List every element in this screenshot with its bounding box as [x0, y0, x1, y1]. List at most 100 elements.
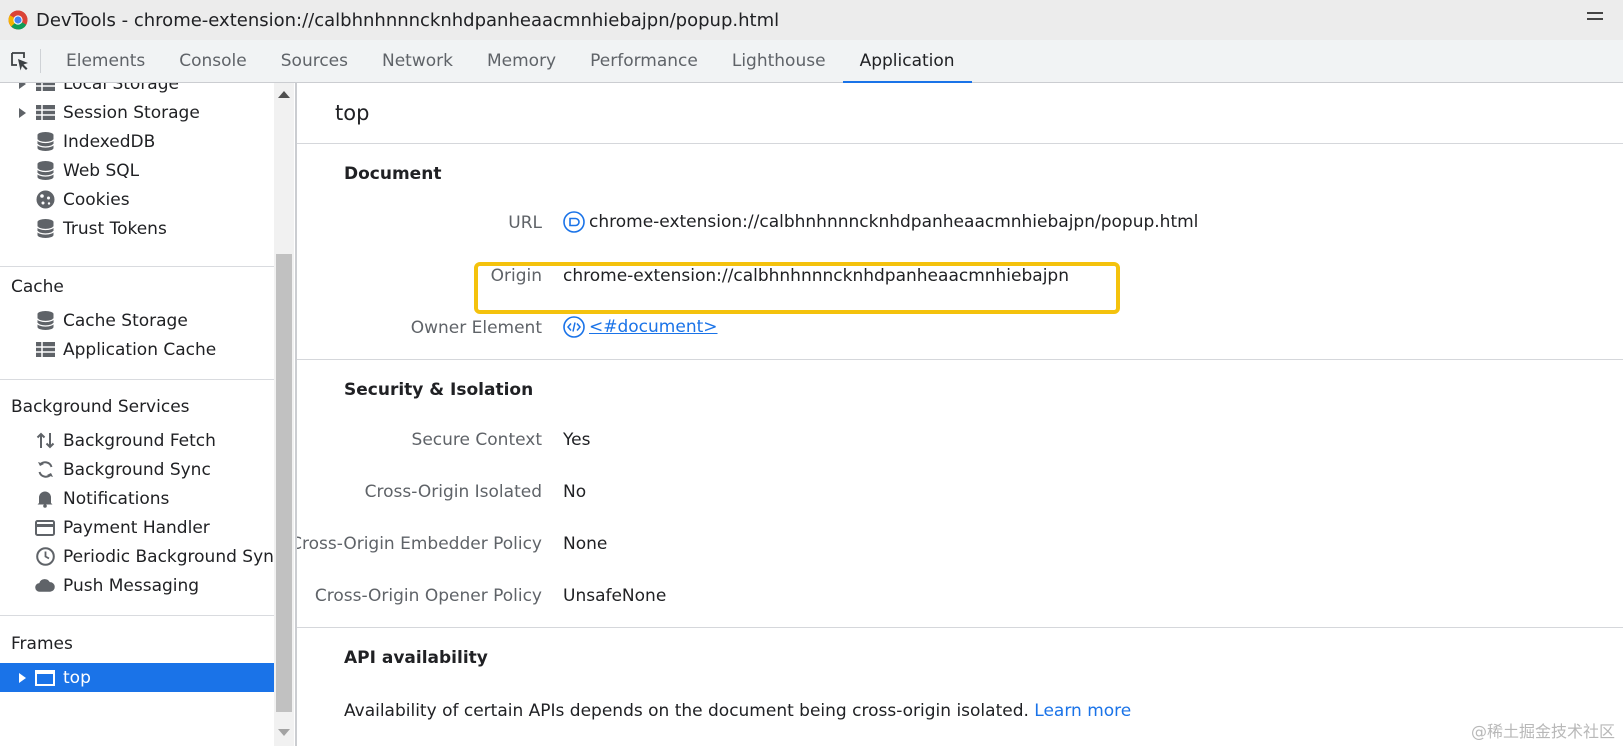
sidebar-item-cache-storage[interactable]: Cache Storage [0, 306, 274, 335]
section-divider [297, 627, 1623, 628]
sidebar-section-background-services: Background Services [11, 397, 190, 417]
sidebar-item-label: Push Messaging [63, 575, 200, 596]
tab-performance[interactable]: Performance [573, 40, 715, 82]
sidebar-item-label: top [63, 667, 91, 688]
tab-memory[interactable]: Memory [470, 40, 573, 82]
sidebar-item-notifications[interactable]: Notifications [0, 484, 274, 513]
fetch-arrows-icon [35, 431, 55, 451]
url-label: URL [508, 213, 542, 233]
cross-origin-isolated-value: No [563, 482, 587, 502]
sidebar-item-label: Cookies [63, 189, 130, 210]
sidebar-item-label: Payment Handler [63, 517, 210, 538]
origin-label: Origin [490, 266, 542, 286]
card-icon [35, 518, 55, 538]
cross-origin-isolated-label: Cross-Origin Isolated [364, 482, 542, 502]
inspect-element-button[interactable] [0, 40, 40, 82]
database-icon [35, 161, 55, 181]
sidebar-item-label: IndexedDB [63, 131, 156, 152]
clock-icon [35, 547, 55, 567]
code-icon[interactable] [563, 316, 585, 338]
watermark: @稀土掘金技术社区 [1470, 722, 1615, 741]
application-sidebar: Local Storage Session Storage IndexedDB … [0, 83, 274, 746]
api-description: Availability of certain APIs depends on … [344, 701, 1131, 721]
tab-elements[interactable]: Elements [49, 40, 162, 82]
title-bar: DevTools - chrome-extension://calbhnhnnn… [0, 0, 1623, 40]
secure-context-value: Yes [563, 430, 591, 450]
sidebar-item-label: Cache Storage [63, 310, 188, 331]
tab-application[interactable]: Application [842, 40, 972, 83]
sidebar-item-web-sql[interactable]: Web SQL [0, 156, 274, 185]
inspect-cursor-icon [11, 52, 28, 71]
sidebar-item-background-fetch[interactable]: Background Fetch [0, 426, 274, 455]
sidebar-item-application-cache[interactable]: Application Cache [0, 335, 274, 364]
sidebar-divider [0, 266, 274, 267]
scroll-up-arrow-icon[interactable] [278, 91, 290, 98]
secure-context-label: Secure Context [411, 430, 542, 450]
tab-network[interactable]: Network [365, 40, 470, 82]
cookie-icon [35, 190, 55, 210]
api-description-text: Availability of certain APIs depends on … [344, 701, 1029, 721]
api-section-heading: API availability [344, 648, 488, 668]
document-section-heading: Document [344, 164, 442, 184]
sidebar-item-label: Trust Tokens [63, 218, 167, 239]
sync-icon [35, 460, 55, 480]
coop-label: Cross-Origin Opener Policy [314, 586, 542, 606]
owner-element-link[interactable]: <#document> [589, 317, 718, 337]
url-value: chrome-extension://calbhnhnnncknhdpanhea… [563, 211, 1198, 233]
expand-arrow-icon[interactable] [19, 107, 26, 118]
sidebar-section-cache: Cache [11, 277, 64, 297]
tab-console[interactable]: Console [162, 40, 264, 82]
coep-label: Cross-Origin Embedder Policy [297, 534, 542, 554]
grid-icon [35, 103, 55, 123]
owner-element-value[interactable]: <#document> [563, 316, 718, 338]
section-divider [297, 143, 1623, 144]
sidebar-item-label: Application Cache [63, 339, 217, 360]
sidebar-item-label: Web SQL [63, 160, 140, 181]
page-title: top [335, 101, 370, 125]
section-divider [297, 359, 1623, 360]
tab-sources[interactable]: Sources [264, 40, 365, 82]
sidebar-item-payment-handler[interactable]: Payment Handler [0, 513, 274, 542]
expand-arrow-icon[interactable] [19, 672, 26, 683]
coep-value: None [563, 534, 608, 554]
sidebar-item-local-storage[interactable]: Local Storage [0, 83, 274, 98]
sidebar-item-push-messaging[interactable]: Push Messaging [0, 571, 274, 600]
frame-details-panel: top Document URL chrome-extension://calb… [297, 83, 1623, 746]
origin-value[interactable]: chrome-extension://calbhnhnnncknhdpanhea… [563, 266, 1069, 286]
grid-icon [35, 340, 55, 360]
window-menu-icon[interactable] [1587, 12, 1603, 24]
sidebar-item-label: Periodic Background Sync [63, 546, 274, 567]
sidebar-divider [0, 615, 274, 616]
sidebar-item-frame-top[interactable]: top [0, 663, 274, 692]
learn-more-link[interactable]: Learn more [1034, 701, 1131, 721]
sidebar-item-label: Notifications [63, 488, 170, 509]
bell-icon [35, 489, 55, 509]
sidebar-item-indexeddb[interactable]: IndexedDB [0, 127, 274, 156]
owner-element-label: Owner Element [410, 318, 542, 338]
toolbar-separator [40, 49, 41, 73]
sidebar-item-label: Local Storage [63, 83, 179, 94]
sidebar-item-trust-tokens[interactable]: Trust Tokens [0, 214, 274, 243]
sidebar-item-session-storage[interactable]: Session Storage [0, 98, 274, 127]
sidebar-item-background-sync[interactable]: Background Sync [0, 455, 274, 484]
tab-lighthouse[interactable]: Lighthouse [715, 40, 843, 82]
frame-icon [35, 668, 55, 688]
sidebar-item-cookies[interactable]: Cookies [0, 185, 274, 214]
scrollbar-thumb[interactable] [276, 254, 292, 712]
devtools-tab-bar: Elements Console Sources Network Memory … [0, 40, 1623, 83]
expand-arrow-icon[interactable] [19, 83, 26, 89]
sidebar-divider [0, 379, 274, 380]
sidebar-scrollbar[interactable] [274, 83, 294, 746]
sidebar-item-periodic-background-sync[interactable]: Periodic Background Sync [0, 542, 274, 571]
sidebar-item-label: Session Storage [63, 102, 200, 123]
coop-value: UnsafeNone [563, 586, 667, 606]
database-icon [35, 219, 55, 239]
grid-icon [35, 83, 55, 94]
url-text[interactable]: chrome-extension://calbhnhnnncknhdpanhea… [589, 212, 1198, 232]
security-section-heading: Security & Isolation [344, 380, 534, 400]
database-icon [35, 311, 55, 331]
open-resource-icon[interactable] [563, 211, 585, 233]
sidebar-section-frames: Frames [11, 634, 73, 654]
scroll-down-arrow-icon[interactable] [278, 729, 290, 736]
chrome-logo-icon [8, 10, 28, 30]
